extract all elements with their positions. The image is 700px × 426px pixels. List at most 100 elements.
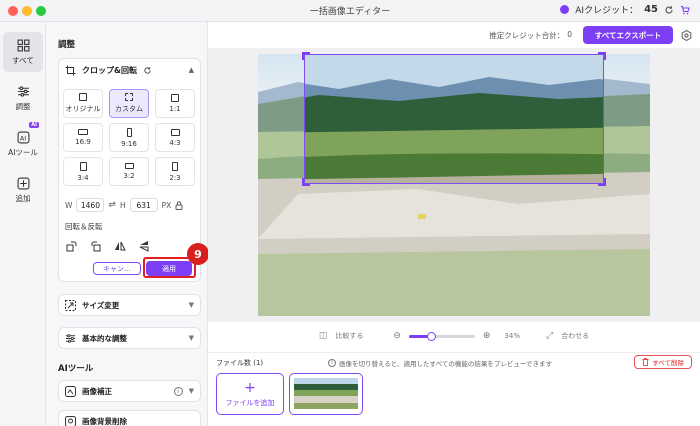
- plus-icon: [17, 177, 29, 189]
- flip-horizontal-button[interactable]: [111, 237, 129, 255]
- fit-label[interactable]: 合わせる: [561, 331, 589, 341]
- reset-icon[interactable]: [143, 66, 152, 75]
- sidebar-item-all[interactable]: すべて: [3, 32, 43, 72]
- bg-remove-row[interactable]: 画像背景削除: [58, 410, 201, 426]
- tool-panel: 調整 クロップ&回転 ▲ オリジナル カスタム 1:1 16:9 9:16 4:…: [46, 22, 209, 426]
- ratio-4-3[interactable]: 4:3: [155, 123, 195, 152]
- resize-label: サイズ変更: [82, 300, 120, 310]
- sidebar: すべて 調整 AI AI AIツール 追加: [0, 22, 46, 426]
- sidebar-item-label: すべて: [12, 55, 34, 65]
- lock-icon[interactable]: [175, 200, 183, 210]
- compare-icon[interactable]: ◫: [319, 331, 328, 341]
- section-title-ai: AIツール: [58, 364, 94, 374]
- unit-label: PX: [161, 200, 172, 210]
- export-all-button[interactable]: すべてエクスポート: [583, 26, 673, 44]
- crop-icon: [65, 65, 76, 75]
- ratio-1-1[interactable]: 1:1: [155, 89, 195, 118]
- chevron-down-icon: ▼: [188, 334, 194, 342]
- crop-selection[interactable]: [304, 54, 604, 184]
- trash-icon: [642, 358, 649, 366]
- svg-text:AI: AI: [19, 134, 25, 142]
- credits-label: AIクレジット：: [575, 6, 639, 16]
- crop-handle-bottom-right[interactable]: [598, 178, 606, 186]
- enhance-label: 画像補正: [82, 386, 112, 396]
- file-bar: ファイル数 (1) i 画像を切り替えると、適用したすべての機能の結果をプレビュ…: [208, 352, 700, 426]
- estimated-credits: 推定クレジット合計： 0: [489, 30, 572, 41]
- link-icon[interactable]: ⇌: [108, 200, 116, 210]
- ratio-label: カスタム: [115, 105, 143, 113]
- crop-preview: [305, 55, 603, 183]
- zoom-slider[interactable]: [408, 331, 475, 341]
- ratio-original[interactable]: オリジナル: [63, 89, 103, 118]
- ratio-label: 9:16: [121, 139, 137, 148]
- ai-icon: AI: [17, 131, 29, 143]
- settings-icon[interactable]: [681, 30, 692, 41]
- landscape-icon: [124, 163, 134, 169]
- compare-label[interactable]: 比較する: [335, 331, 363, 341]
- sidebar-item-add[interactable]: 追加: [3, 170, 43, 210]
- ratio-2-3[interactable]: 2:3: [155, 157, 195, 186]
- delete-all-button[interactable]: すべて削除: [634, 355, 692, 369]
- width-label: W: [65, 200, 73, 210]
- rotate-left-icon: [66, 241, 77, 252]
- refresh-icon[interactable]: [664, 5, 674, 15]
- landscape-icon: [170, 128, 180, 136]
- sidebar-item-ai-tools[interactable]: AI AI AIツール: [3, 122, 43, 164]
- cart-icon[interactable]: [680, 5, 690, 15]
- chevron-up-icon[interactable]: ▲: [189, 66, 194, 74]
- hint-text: 画像を切り替えると、適用したすべての機能の結果をプレビューできます: [339, 360, 552, 368]
- zoom-out-icon[interactable]: ⊖: [393, 331, 401, 341]
- height-label: H: [119, 200, 126, 210]
- add-file-label: ファイルを追加: [225, 398, 275, 407]
- cancel-button[interactable]: キャン…: [93, 262, 141, 275]
- credits-value: 45: [644, 4, 658, 15]
- sidebar-item-label: AIツール: [8, 147, 38, 157]
- file-thumbnail[interactable]: [289, 373, 363, 415]
- flip-vertical-icon: [139, 241, 149, 252]
- bg-remove-label: 画像背景削除: [82, 416, 127, 426]
- file-count: ファイル数 (1): [216, 359, 264, 367]
- rotate-right-button[interactable]: [87, 237, 105, 255]
- enhance-row[interactable]: 画像補正 i ▼: [58, 380, 201, 402]
- sidebar-item-adjust[interactable]: 調整: [3, 78, 43, 118]
- step-badge: 9: [187, 243, 209, 265]
- ratio-3-2[interactable]: 3:2: [109, 157, 149, 186]
- crop-handle-top-left[interactable]: [302, 52, 310, 60]
- zoom-percent[interactable]: 34%: [504, 332, 520, 340]
- top-toolbar: 推定クレジット合計： 0 すべてエクスポート: [208, 22, 700, 48]
- resize-icon: [65, 299, 76, 311]
- ratio-custom[interactable]: カスタム: [109, 89, 149, 118]
- ratio-3-4[interactable]: 3:4: [63, 157, 103, 186]
- crop-handle-bottom-left[interactable]: [302, 178, 310, 186]
- sliders-icon: [65, 333, 76, 343]
- image-icon: [79, 93, 87, 101]
- sliders-icon: [17, 85, 29, 97]
- zoom-toolbar: ◫ 比較する ⊖ ⊕ 34% ⤢ 合わせる: [208, 326, 700, 346]
- portrait-icon: [79, 161, 87, 171]
- zoom-slider-thumb[interactable]: [427, 331, 437, 341]
- portrait-icon: [126, 127, 132, 137]
- zoom-in-icon[interactable]: ⊕: [483, 331, 491, 341]
- dimension-row: W 1460 ⇌ H 631 PX: [65, 198, 183, 212]
- info-icon: i: [328, 359, 336, 367]
- flip-vertical-button[interactable]: [135, 237, 153, 255]
- fit-icon[interactable]: ⤢: [546, 331, 553, 341]
- add-file-button[interactable]: + ファイルを追加: [216, 373, 284, 415]
- width-input[interactable]: 1460: [76, 198, 105, 212]
- info-icon[interactable]: i: [173, 386, 183, 396]
- basic-adjust-row[interactable]: 基本的な調整 ▼: [58, 327, 201, 349]
- delete-all-label: すべて削除: [652, 359, 684, 367]
- preview-hint: i 画像を切り替えると、適用したすべての機能の結果をプレビューできます: [328, 358, 552, 368]
- ratio-16-9[interactable]: 16:9: [63, 123, 103, 152]
- ratio-label: 3:4: [77, 173, 89, 182]
- resize-row[interactable]: サイズ変更 ▼: [58, 294, 201, 316]
- ratio-label: 16:9: [75, 138, 91, 146]
- ratio-9-16[interactable]: 9:16: [109, 123, 149, 152]
- title-bar: 一括画像エディター AIクレジット： 45: [0, 0, 700, 22]
- flip-horizontal-icon: [115, 241, 126, 251]
- crop-handle-top-right[interactable]: [598, 52, 606, 60]
- height-input[interactable]: 631: [129, 198, 158, 212]
- rotate-right-icon: [91, 241, 101, 252]
- rotate-left-button[interactable]: [63, 237, 81, 255]
- crop-header[interactable]: クロップ&回転 ▲: [59, 59, 200, 81]
